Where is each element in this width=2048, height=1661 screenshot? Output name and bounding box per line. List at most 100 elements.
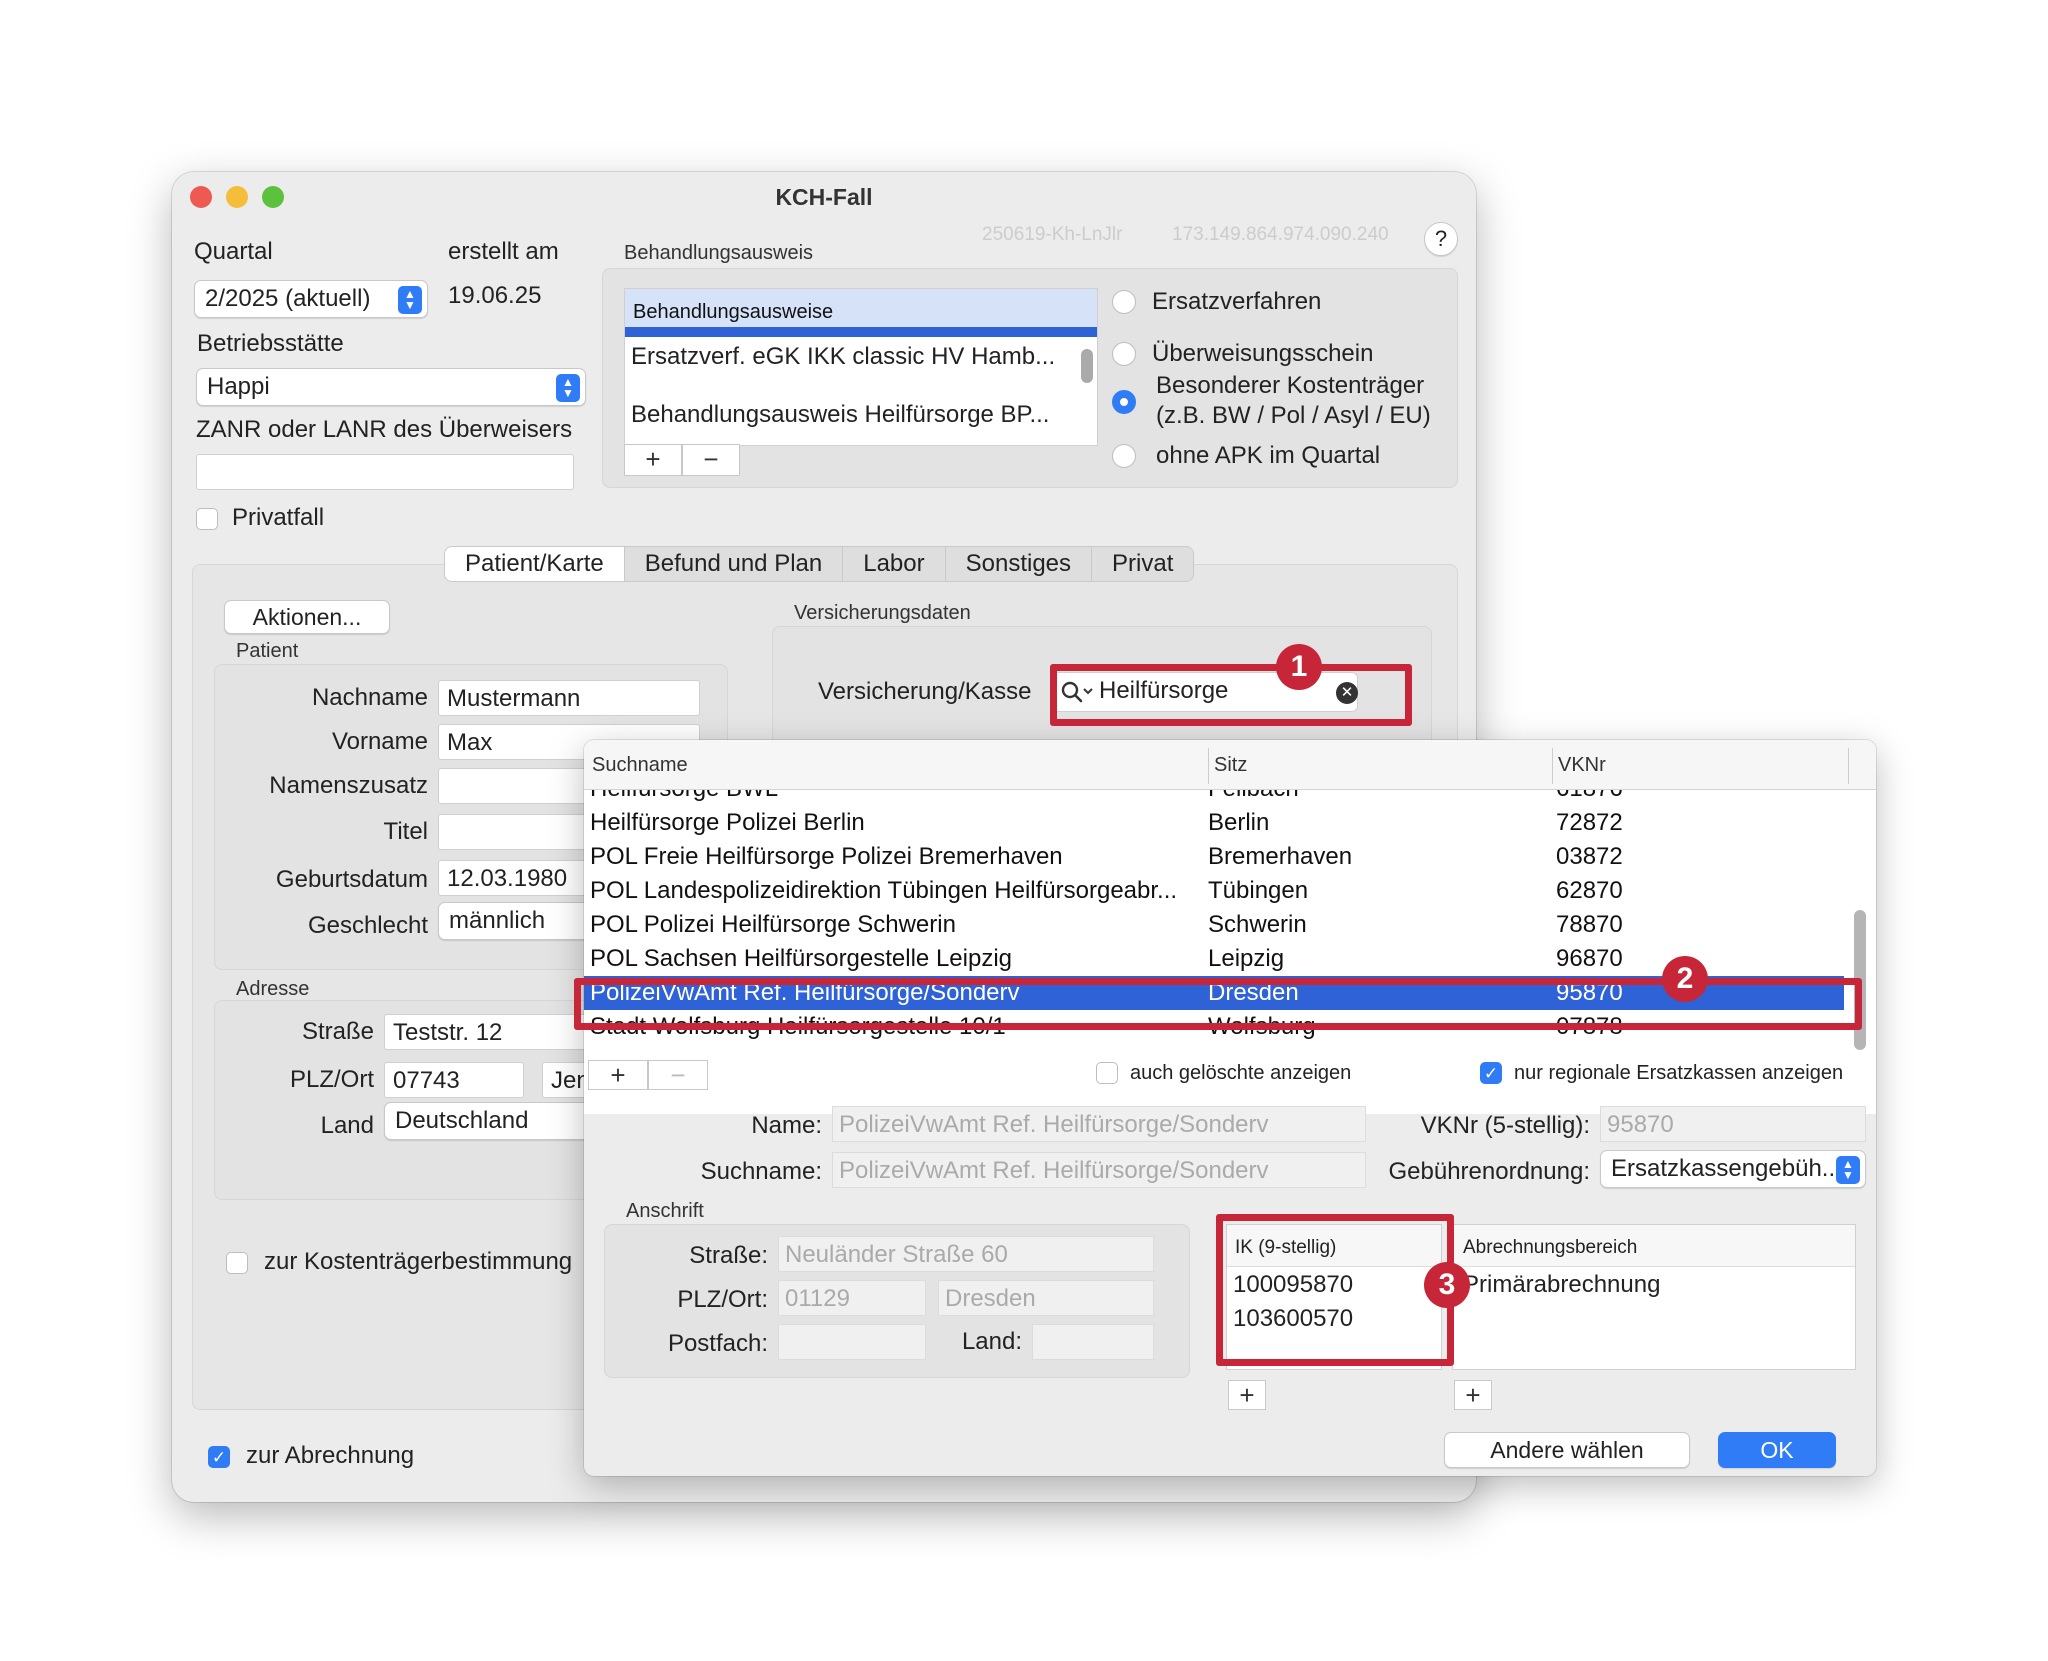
- behandlung-label: Behandlungsausweis: [624, 242, 814, 264]
- erstellt-value: 19.06.25: [448, 282, 542, 309]
- regional-label: nur regionale Ersatzkassen anzeigen: [1514, 1062, 1844, 1084]
- vknr-field: 95870: [1600, 1106, 1866, 1142]
- behandlung-list-header: Behandlungsausweise: [625, 289, 1097, 337]
- tab-privat[interactable]: Privat: [1092, 547, 1193, 581]
- column-suchname[interactable]: Suchname: [592, 754, 688, 777]
- annotation-badge-3: 3: [1424, 1262, 1470, 1308]
- popup-strasse-label: Straße:: [689, 1242, 768, 1269]
- annotation-box-3: [1216, 1214, 1454, 1366]
- besonderer-kostentraeger-label: Besonderer Kostenträger: [1156, 372, 1425, 399]
- quartal-label: Quartal: [194, 238, 273, 265]
- privatfall-label: Privatfall: [232, 504, 325, 531]
- betrieb-label: Betriebsstätte: [197, 330, 344, 357]
- betrieb-select[interactable]: Happi ▲ ▼: [196, 368, 586, 406]
- regional-checkbox[interactable]: ✓: [1480, 1062, 1502, 1084]
- kostentraeger-label: zur Kostenträgerbestimmung: [264, 1248, 573, 1275]
- tab-patient-karte[interactable]: Patient/Karte: [445, 547, 625, 581]
- annotation-badge-2: 2: [1662, 956, 1708, 1002]
- geschlecht-label: Geschlecht: [307, 912, 428, 939]
- window-title: KCH-Fall: [775, 184, 873, 210]
- column-sitz[interactable]: Sitz: [1214, 754, 1247, 777]
- privatfall-checkbox[interactable]: [196, 508, 218, 530]
- patient-group-label: Patient: [236, 640, 299, 662]
- betrieb-value: Happi: [207, 373, 270, 400]
- zanr-label: ZANR oder LANR des Überweisers: [196, 416, 573, 443]
- zanr-input[interactable]: [196, 454, 574, 490]
- ueberweisung-radio[interactable]: [1112, 342, 1136, 366]
- tab-bar: Patient/Karte Befund und Plan Labor Sons…: [444, 546, 1195, 582]
- andere-waehlen-button[interactable]: Andere wählen: [1444, 1432, 1690, 1468]
- ok-button[interactable]: OK: [1718, 1432, 1836, 1468]
- table-row[interactable]: POL Sachsen Heilfürsorgestelle Leipzig Le…: [584, 942, 1844, 976]
- land-label: Land: [320, 1112, 374, 1139]
- ohne-apk-label: ohne APK im Quartal: [1156, 442, 1381, 469]
- tab-sonstiges[interactable]: Sonstiges: [946, 547, 1093, 581]
- gebuehr-select[interactable]: Ersatzkassengebüh... ▲ ▼: [1600, 1150, 1866, 1188]
- ersatzverfahren-label: Ersatzverfahren: [1152, 288, 1322, 315]
- quartal-value: 2/2025 (aktuell): [205, 285, 371, 312]
- suchname-field: PolizeiVwAmt Ref. Heilfürsorge/Sonderv: [832, 1152, 1366, 1188]
- suchname-label: Suchname:: [700, 1158, 822, 1185]
- ohne-apk-radio[interactable]: [1112, 444, 1136, 468]
- tab-labor[interactable]: Labor: [843, 547, 946, 581]
- postfach-label: Postfach:: [667, 1330, 768, 1357]
- ueberweisung-label: Überweisungsschein: [1152, 340, 1374, 367]
- add-kasse-button[interactable]: +: [588, 1060, 648, 1090]
- adresse-group-label: Adresse: [236, 978, 310, 1000]
- besonderer-kostentraeger-hint: (z.B. BW / Pol / Asyl / EU): [1156, 402, 1431, 429]
- stepper-icon: ▲ ▼: [398, 286, 422, 314]
- column-vknr[interactable]: VKNr: [1558, 754, 1606, 777]
- table-row[interactable]: POL Polizei Heilfürsorge Schwerin Schweri…: [584, 908, 1844, 942]
- kostentraeger-checkbox[interactable]: [226, 1252, 248, 1274]
- strasse-label: Straße: [301, 1018, 374, 1045]
- remove-kasse-button[interactable]: −: [648, 1060, 708, 1090]
- abrechnung-label: zur Abrechnung: [246, 1442, 415, 1469]
- aktionen-button[interactable]: Aktionen...: [224, 600, 390, 634]
- version-text: 173.149.864.974.090.240: [1172, 224, 1389, 245]
- erstellt-label: erstellt am: [448, 238, 559, 265]
- popup-land-field: [1032, 1324, 1154, 1360]
- help-button[interactable]: ?: [1424, 222, 1458, 256]
- namenszusatz-label: Namenszusatz: [269, 772, 428, 799]
- vknr-label: VKNr (5-stellig):: [1420, 1112, 1590, 1139]
- add-abrechnung-button[interactable]: +: [1454, 1380, 1492, 1410]
- behandlung-item[interactable]: Ersatzverf. eGK IKK classic HV Hamb...: [625, 337, 1097, 385]
- list-scrollbar[interactable]: [1081, 349, 1093, 383]
- gebuehr-value: Ersatzkassengebüh...: [1611, 1155, 1842, 1182]
- anschrift-label: Anschrift: [626, 1200, 704, 1222]
- add-ik-button[interactable]: +: [1228, 1380, 1266, 1410]
- behandlung-item[interactable]: Behandlungsausweis Heilfürsorge BP...: [625, 385, 1097, 445]
- abrechnung-header: Abrechnungsbereich: [1453, 1225, 1855, 1267]
- table-row[interactable]: Heilfürsorge Polizei Berlin Berlin 72872: [584, 806, 1844, 840]
- add-behandlung-button[interactable]: +: [624, 444, 682, 476]
- behandlung-list[interactable]: Behandlungsausweise Ersatzverf. eGK IKK …: [624, 288, 1098, 446]
- plz-input[interactable]: 07743: [384, 1062, 524, 1098]
- quartal-select[interactable]: 2/2025 (aktuell) ▲ ▼: [194, 280, 428, 318]
- case-id-text: 250619-Kh-LnJlr: [982, 224, 1123, 245]
- geloeschte-checkbox[interactable]: [1096, 1062, 1118, 1084]
- besonderer-kostentraeger-radio[interactable]: [1112, 390, 1136, 414]
- annotation-badge-1: 1: [1276, 644, 1322, 690]
- tab-befund-und-plan[interactable]: Befund und Plan: [625, 547, 844, 581]
- geloeschte-label: auch gelöschte anzeigen: [1130, 1062, 1352, 1084]
- versicherung-group-label: Versicherungsdaten: [794, 602, 971, 624]
- abrechnung-table[interactable]: Abrechnungsbereich Primärabrechnung: [1452, 1224, 1856, 1370]
- table-row[interactable]: POL Landespolizeidirektion Tübingen Heil…: [584, 874, 1844, 908]
- stepper-icon: ▲ ▼: [556, 374, 580, 402]
- gebuehr-label: Gebührenordnung:: [1388, 1158, 1591, 1185]
- name-field: PolizeiVwAmt Ref. Heilfürsorge/Sonderv: [832, 1106, 1366, 1142]
- abrechnung-row[interactable]: Primärabrechnung: [1453, 1267, 1855, 1299]
- table-row[interactable]: POL Freie Heilfürsorge Polizei Bremerhav…: [584, 840, 1844, 874]
- abrechnung-checkbox[interactable]: ✓: [208, 1446, 230, 1468]
- name-label: Name:: [751, 1112, 822, 1139]
- remove-behandlung-button[interactable]: −: [682, 444, 740, 476]
- popup-land-label: Land:: [961, 1328, 1022, 1355]
- geburtsdatum-label: Geburtsdatum: [275, 866, 428, 893]
- titel-label: Titel: [383, 818, 428, 845]
- table-row[interactable]: Heilfürsorge BWLFellbach61876: [584, 790, 1844, 806]
- popup-ort-field: Dresden: [938, 1280, 1154, 1316]
- popup-strasse-field: Neuländer Straße 60: [778, 1236, 1154, 1272]
- nachname-input[interactable]: Mustermann: [438, 680, 700, 716]
- ersatzverfahren-radio[interactable]: [1112, 290, 1136, 314]
- popup-plz-field: 01129: [778, 1280, 926, 1316]
